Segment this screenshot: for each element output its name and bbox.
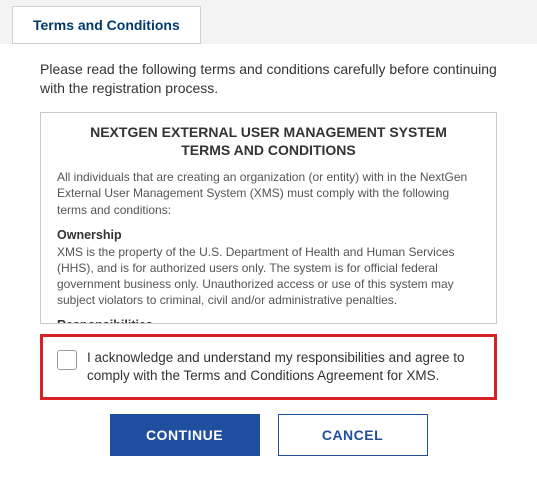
terms-heading-responsibilities: Responsibilities (57, 318, 480, 323)
intro-text: Please read the following terms and cond… (40, 60, 497, 98)
tab-bar: Terms and Conditions (0, 0, 537, 44)
terms-title: NEXTGEN EXTERNAL USER MANAGEMENT SYSTEM … (57, 123, 480, 159)
terms-heading-ownership: Ownership (57, 228, 480, 242)
main-content: Please read the following terms and cond… (0, 44, 537, 468)
terms-ownership-para: XMS is the property of the U.S. Departme… (57, 244, 480, 309)
cancel-button[interactable]: CANCEL (278, 414, 428, 456)
acknowledge-container: I acknowledge and understand my responsi… (40, 334, 497, 400)
terms-title-line2: TERMS AND CONDITIONS (181, 142, 355, 158)
terms-scroll-area[interactable]: NEXTGEN EXTERNAL USER MANAGEMENT SYSTEM … (40, 112, 497, 324)
button-row: CONTINUE CANCEL (40, 414, 497, 456)
terms-title-line1: NEXTGEN EXTERNAL USER MANAGEMENT SYSTEM (90, 124, 447, 140)
tab-terms-and-conditions[interactable]: Terms and Conditions (12, 6, 201, 44)
terms-intro-para: All individuals that are creating an org… (57, 169, 480, 218)
acknowledge-label: I acknowledge and understand my responsi… (87, 349, 480, 385)
acknowledge-checkbox[interactable] (57, 350, 77, 370)
continue-button[interactable]: CONTINUE (110, 414, 260, 456)
